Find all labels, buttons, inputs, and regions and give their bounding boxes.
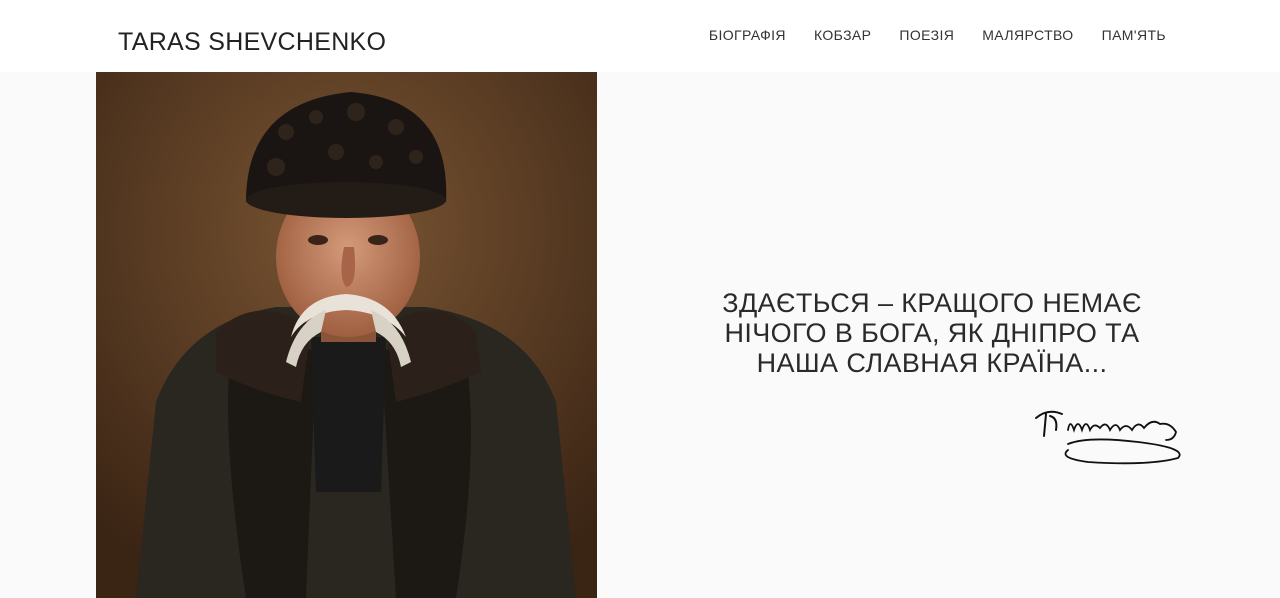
main-nav: БІОГРАФІЯ КОБЗАР ПОЕЗІЯ МАЛЯРСТВО ПАМ'ЯТ… (709, 27, 1166, 43)
nav-item-biography[interactable]: БІОГРАФІЯ (709, 27, 786, 43)
nav-item-painting[interactable]: МАЛЯРСТВО (982, 27, 1073, 43)
nav-item-memory[interactable]: ПАМ'ЯТЬ (1102, 27, 1166, 43)
site-header: TARAS SHEVCHENKO БІОГРАФІЯ КОБЗАР ПОЕЗІЯ… (0, 0, 1280, 72)
nav-item-kobzar[interactable]: КОБЗАР (814, 27, 871, 43)
hero-quote-block: ЗДАЄТЬСЯ – КРАЩОГО НЕМАЄ НІЧОГО В БОГА, … (690, 288, 1174, 378)
nav-item-poetry[interactable]: ПОЕЗІЯ (899, 27, 954, 43)
hero-quote: ЗДАЄТЬСЯ – КРАЩОГО НЕМАЄ НІЧОГО В БОГА, … (722, 288, 1142, 378)
site-logo[interactable]: TARAS SHEVCHENKO (118, 28, 386, 57)
signature-image (1035, 410, 1181, 465)
portrait-image (96, 72, 597, 598)
portrait-painting (96, 72, 597, 598)
